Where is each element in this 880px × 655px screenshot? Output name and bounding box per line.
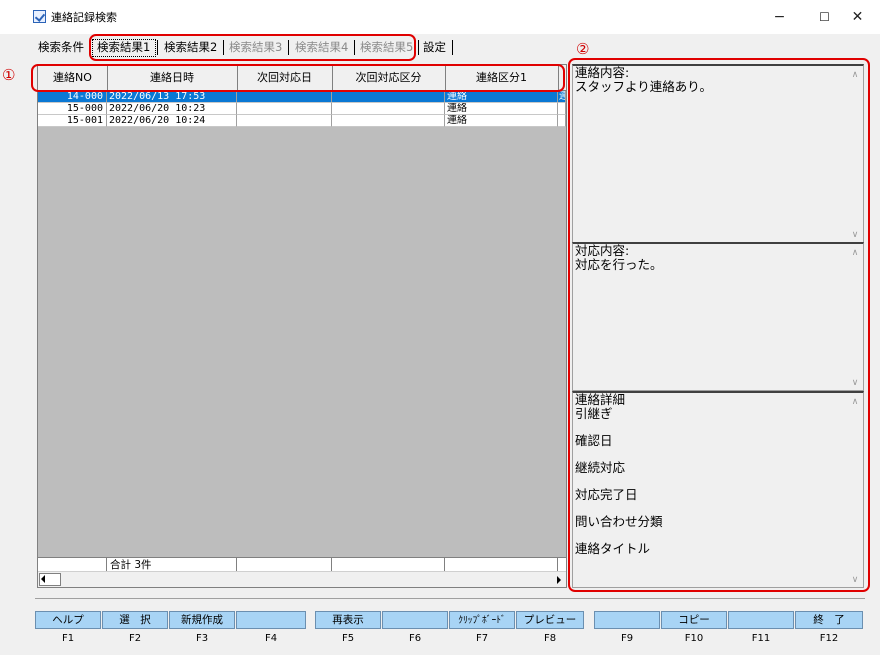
tab-annotation-box — [89, 34, 416, 61]
help-button[interactable]: ヘルプ — [35, 611, 101, 629]
table-row[interactable]: 15-000 2022/06/20 10:23 連絡 — [38, 103, 566, 115]
annotation-marker-2: ② — [576, 40, 590, 58]
clipboard-button[interactable]: ｸﾘｯﾌﾟﾎﾞｰﾄﾞ — [449, 611, 515, 629]
close-button[interactable]: ✕ — [835, 0, 880, 34]
fkey-label: F6 — [408, 633, 422, 644]
f9-button[interactable] — [594, 611, 660, 629]
cell-type1: 連絡 — [445, 91, 558, 103]
cell-datetime: 2022/06/13 17:53 — [107, 91, 237, 103]
tab-settings[interactable]: 設定 — [423, 38, 446, 57]
cell-next-type — [332, 91, 445, 103]
cell-extra — [558, 115, 566, 127]
cell-datetime: 2022/06/20 10:24 — [107, 115, 237, 127]
table-row[interactable]: 14-000 2022/06/13 17:53 連絡 連 — [38, 91, 566, 103]
cell-datetime: 2022/06/20 10:23 — [107, 103, 237, 115]
title-bar: 連絡記録検索 − ☐ ✕ — [0, 0, 880, 34]
fkey-label: F3 — [195, 633, 209, 644]
total-count: 合計 3件 — [107, 558, 237, 571]
fkey-label: F11 — [751, 633, 771, 644]
grid-footer: 合計 3件 — [38, 557, 566, 571]
cell-no: 14-000 — [38, 91, 107, 103]
fkey-label: F12 — [819, 633, 839, 644]
cell-type1: 連絡 — [445, 103, 558, 115]
detail-annotation-box — [568, 58, 870, 592]
fkey-label: F2 — [128, 633, 142, 644]
fkey-label: F5 — [341, 633, 355, 644]
annotation-marker-1: ① — [2, 66, 16, 84]
cell-next-date — [237, 91, 332, 103]
preview-button[interactable]: プレビュー — [516, 611, 584, 629]
copy-button[interactable]: コピー — [661, 611, 727, 629]
refresh-button[interactable]: 再表示 — [315, 611, 381, 629]
minimize-button[interactable]: − — [757, 0, 802, 34]
cell-extra — [558, 103, 566, 115]
fkey-label: F10 — [684, 633, 704, 644]
fkey-label: F7 — [475, 633, 489, 644]
horizontal-scrollbar[interactable] — [38, 571, 566, 587]
cell-next-date — [237, 103, 332, 115]
fkey-label: F8 — [543, 633, 557, 644]
select-button[interactable]: 選 択 — [102, 611, 168, 629]
scroll-right-icon[interactable] — [553, 574, 565, 586]
f4-button[interactable] — [236, 611, 306, 629]
results-grid[interactable]: 連絡NO 連絡日時 次回対応日 次回対応区分 連絡区分1 14-000 2022… — [37, 64, 567, 588]
cell-next-type — [332, 115, 445, 127]
cell-type1: 連絡 — [445, 115, 558, 127]
tab-search-conditions[interactable]: 検索条件 — [38, 38, 84, 57]
cell-next-date — [237, 115, 332, 127]
f6-button[interactable] — [382, 611, 448, 629]
window-title: 連絡記録検索 — [51, 11, 117, 24]
scroll-thumb[interactable] — [39, 573, 61, 586]
cell-extra: 連 — [558, 91, 566, 103]
f11-button[interactable] — [728, 611, 794, 629]
exit-button[interactable]: 終 了 — [795, 611, 863, 629]
new-button[interactable]: 新規作成 — [169, 611, 235, 629]
fkey-label: F9 — [620, 633, 634, 644]
table-row[interactable]: 15-001 2022/06/20 10:24 連絡 — [38, 115, 566, 127]
cell-no: 15-001 — [38, 115, 107, 127]
cell-no: 15-000 — [38, 103, 107, 115]
cell-next-type — [332, 103, 445, 115]
fkey-label: F1 — [61, 633, 75, 644]
function-key-bar: ヘルプ 選 択 新規作成 再表示 ｸﾘｯﾌﾟﾎﾞｰﾄﾞ プレビュー コピー 終 … — [35, 598, 865, 648]
app-icon — [33, 10, 46, 23]
fkey-label: F4 — [264, 633, 278, 644]
grid-header-annotation-box — [31, 64, 565, 92]
